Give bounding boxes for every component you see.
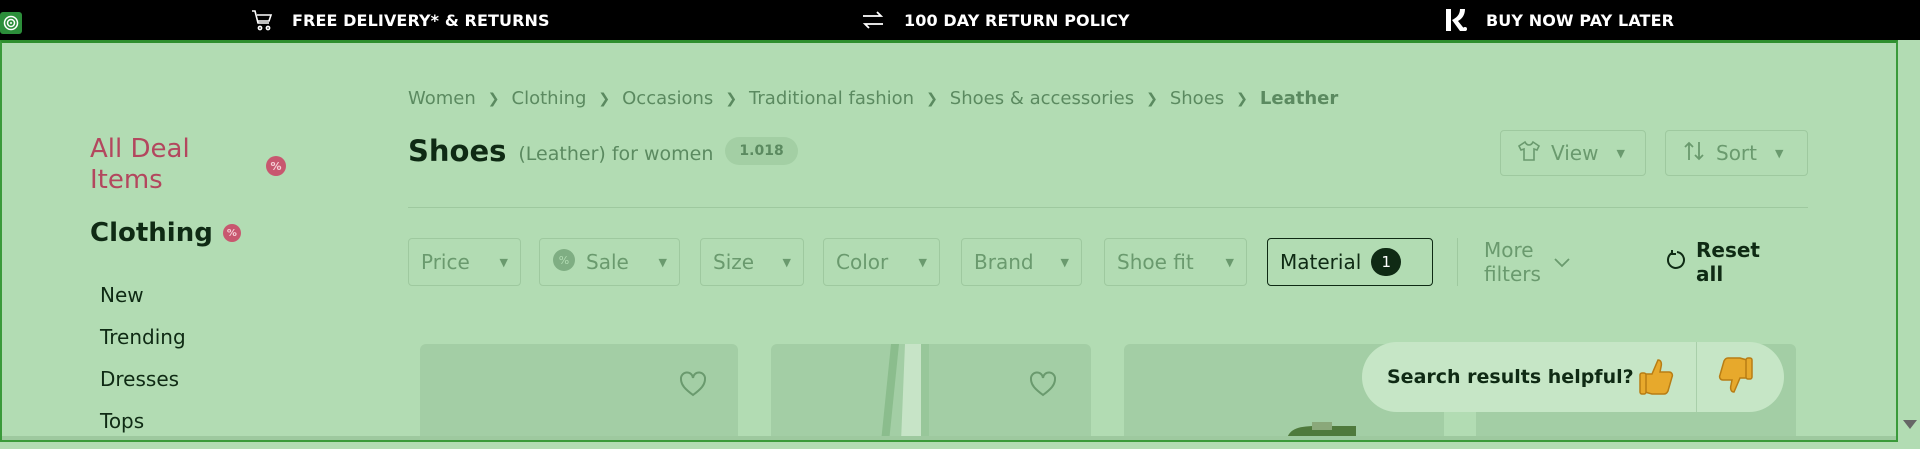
caret-down-icon: ▼ xyxy=(1060,255,1069,269)
caret-down-icon: ▼ xyxy=(782,255,791,269)
reset-label: Reset all xyxy=(1696,238,1760,286)
breadcrumb-item[interactable]: Shoes & accessories xyxy=(950,88,1134,109)
promo-free-delivery[interactable]: FREE DELIVERY* & RETURNS xyxy=(250,0,550,40)
chevron-right-icon: ❯ xyxy=(926,90,938,107)
view-label: View xyxy=(1551,141,1599,165)
filter-label: Brand xyxy=(974,250,1034,274)
filter-label: Shoe fit xyxy=(1117,250,1194,274)
filter-label: Color xyxy=(836,250,889,274)
filter-divider xyxy=(1457,238,1458,286)
filter-label: Price xyxy=(421,250,470,274)
heart-icon[interactable] xyxy=(678,370,708,398)
breadcrumb-item[interactable]: Shoes xyxy=(1170,88,1224,109)
promo-buy-now-pay-later[interactable]: BUY NOW PAY LATER xyxy=(1442,0,1674,40)
tshirt-icon xyxy=(1517,140,1541,167)
search-feedback-widget: Search results helpful? xyxy=(1362,342,1784,412)
promo-bar: FREE DELIVERY* & RETURNS 100 DAY RETURN … xyxy=(0,0,1920,40)
sort-button[interactable]: Sort ▼ xyxy=(1665,130,1808,176)
category-label: Clothing xyxy=(90,218,213,248)
sort-label: Sort xyxy=(1716,141,1757,165)
chevron-right-icon: ❯ xyxy=(487,90,500,107)
promo-return-policy[interactable]: 100 DAY RETURN POLICY xyxy=(860,0,1130,40)
breadcrumb-item[interactable]: Occasions xyxy=(622,88,713,109)
result-count-badge: 1.018 xyxy=(725,137,798,165)
view-button[interactable]: View ▼ xyxy=(1500,130,1646,176)
thumbs-down-icon[interactable] xyxy=(1717,356,1755,407)
product-image xyxy=(881,344,929,442)
feedback-divider xyxy=(1696,342,1697,412)
sidebar-item-trending[interactable]: Trending xyxy=(100,316,186,358)
caret-down-icon: ▼ xyxy=(499,255,508,269)
svg-text:%: % xyxy=(559,254,569,267)
chevron-right-icon: ❯ xyxy=(1146,90,1158,107)
scroll-down-arrow-icon[interactable] xyxy=(1903,420,1917,429)
filter-label: Material xyxy=(1280,250,1362,274)
klarna-k-icon xyxy=(1442,7,1468,33)
breadcrumb-current: Leather xyxy=(1259,88,1339,109)
sidebar-deal-link[interactable]: All Deal Items xyxy=(90,134,240,196)
sale-badge-icon: % xyxy=(552,248,576,277)
horizontal-scrollbar[interactable] xyxy=(0,436,1898,440)
heart-icon[interactable] xyxy=(1028,370,1058,398)
caret-down-icon: ▼ xyxy=(1775,146,1784,160)
product-card[interactable] xyxy=(771,344,1091,442)
chevron-right-icon: ❯ xyxy=(598,90,611,107)
page-header: Shoes (Leather) for women 1.018 xyxy=(408,134,798,168)
promo-text: 100 DAY RETURN POLICY xyxy=(904,10,1130,30)
more-filters-button[interactable]: More filters xyxy=(1484,238,1571,286)
sort-arrows-icon xyxy=(1682,140,1706,167)
page-title: Shoes xyxy=(408,134,507,168)
breadcrumb-item[interactable]: Traditional fashion xyxy=(749,88,914,109)
feedback-question: Search results helpful? xyxy=(1387,366,1634,388)
filter-material[interactable]: Material 1 xyxy=(1267,238,1433,286)
reset-all-button[interactable]: Reset all xyxy=(1666,238,1760,286)
caret-down-icon: ▼ xyxy=(1225,255,1234,269)
filter-label: Size xyxy=(713,250,755,274)
extension-target-icon[interactable] xyxy=(0,12,22,34)
discount-badge-icon: % xyxy=(266,156,286,176)
sidebar-item-dresses[interactable]: Dresses xyxy=(100,358,186,400)
filter-shoe-fit[interactable]: Shoe fit ▼ xyxy=(1104,238,1247,286)
breadcrumb: Women ❯ Clothing ❯ Occasions ❯ Tradition… xyxy=(408,88,1338,109)
caret-down-icon: ▼ xyxy=(1616,146,1625,160)
page-subtitle: (Leather) for women xyxy=(518,143,714,165)
filter-price[interactable]: Price ▼ xyxy=(408,238,521,286)
exchange-arrows-icon xyxy=(860,9,886,31)
sidebar-subnav: New Trending Dresses Tops xyxy=(100,274,186,442)
sidebar: All Deal Items % Clothing % New Trending… xyxy=(90,134,310,433)
breadcrumb-item[interactable]: Clothing xyxy=(512,88,587,109)
filter-sale[interactable]: % Sale ▼ xyxy=(539,238,680,286)
cart-icon xyxy=(250,8,274,32)
sidebar-item-new[interactable]: New xyxy=(100,274,186,316)
breadcrumb-item[interactable]: Women xyxy=(408,88,476,109)
active-filter-count-badge: 1 xyxy=(1371,248,1402,276)
product-card[interactable] xyxy=(420,344,738,442)
sidebar-category-clothing[interactable]: Clothing % xyxy=(90,218,241,248)
filter-label: Sale xyxy=(586,250,629,274)
promo-text: FREE DELIVERY* & RETURNS xyxy=(292,10,550,30)
chevron-right-icon: ❯ xyxy=(725,90,738,107)
discount-badge-icon: % xyxy=(222,224,241,242)
caret-down-icon: ▼ xyxy=(658,255,667,269)
header-divider xyxy=(408,207,1808,208)
caret-down-icon: ▼ xyxy=(918,255,927,269)
more-filters-label: More filters xyxy=(1484,238,1541,286)
filter-color[interactable]: Color ▼ xyxy=(823,238,940,286)
reset-icon xyxy=(1666,249,1688,276)
promo-text: BUY NOW PAY LATER xyxy=(1486,10,1675,30)
filter-brand[interactable]: Brand ▼ xyxy=(961,238,1082,286)
chevron-right-icon: ❯ xyxy=(1236,90,1248,107)
thumbs-up-icon[interactable] xyxy=(1637,354,1675,405)
filter-size[interactable]: Size ▼ xyxy=(700,238,804,286)
chevron-down-icon xyxy=(1553,250,1571,274)
